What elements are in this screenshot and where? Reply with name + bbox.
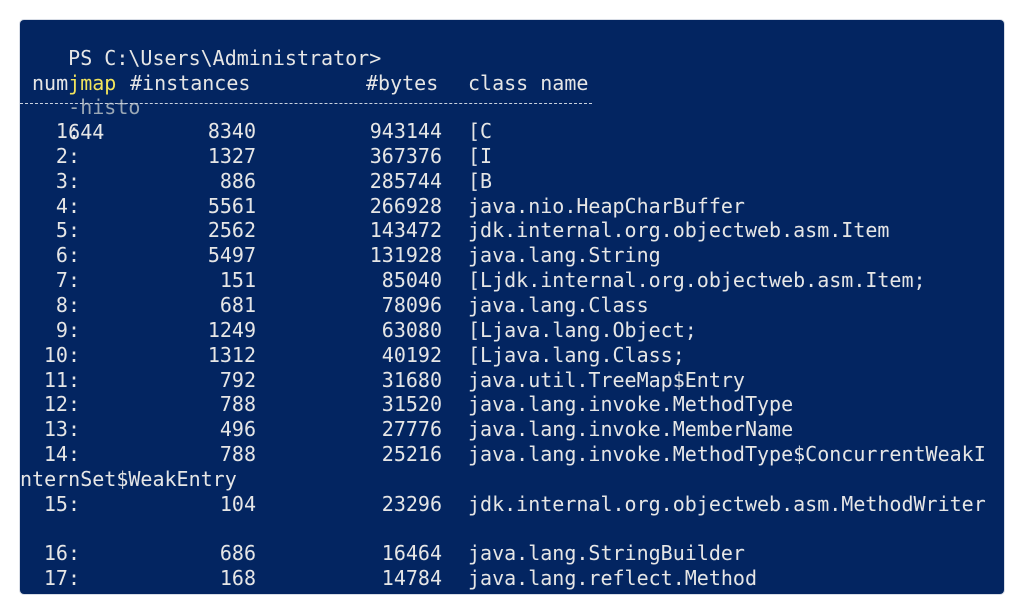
row-class-name: java.lang.invoke.MethodType$ConcurrentWe…: [468, 442, 986, 467]
row-instances: 788: [219, 392, 256, 417]
row-bytes: 16464: [381, 541, 442, 566]
row-num: 12:: [43, 392, 80, 417]
table-row: 16: 686 16464 java.lang.StringBuilder: [20, 541, 1004, 566]
row-num: 3:: [55, 168, 80, 193]
table-row: 17: 168 14784 java.lang.reflect.Method: [20, 566, 1004, 591]
row-class-name: jdk.internal.org.objectweb.asm.Item: [468, 218, 890, 243]
row-class-name: [Ljava.lang.Object;: [468, 317, 697, 342]
row-bytes: 63080: [381, 317, 442, 342]
row-bytes: 367376: [369, 143, 442, 168]
row-num: 8:: [55, 292, 80, 317]
row-bytes: 25216: [381, 442, 442, 467]
row-bytes: 31680: [381, 367, 442, 392]
prompt-line: PS C:\Users\Administrator> jmap -histo 6…: [20, 21, 1004, 144]
row-class-name: java.nio.HeapCharBuffer: [468, 193, 745, 218]
row-bytes: 266928: [369, 193, 442, 218]
row-class-name: java.util.TreeMap$Entry: [468, 367, 745, 392]
row-class-name: java.lang.reflect.Method: [468, 566, 757, 591]
row-instances: 151: [219, 268, 256, 293]
table-row: 11: 792 31680 java.util.TreeMap$Entry: [20, 368, 1004, 393]
table-row: 2: 1327 367376 [I: [20, 144, 1004, 169]
row-num: 17:: [43, 566, 80, 591]
row-num: 1:: [55, 119, 80, 143]
row-bytes: 23296: [381, 491, 442, 516]
table-row: 3: 886 285744 [B: [20, 169, 1004, 194]
row-instances: 1312: [207, 342, 256, 367]
row-num: 11:: [43, 367, 80, 392]
row-num: 10:: [43, 342, 80, 367]
table-row: 7: 151 85040 [Ljdk.internal.org.objectweb.a…: [20, 268, 1004, 293]
row-bytes: 143472: [369, 218, 442, 243]
row-num: 16:: [43, 541, 80, 566]
row-instances: 792: [219, 367, 256, 392]
table-row: 6: 5497 131928 java.lang.String: [20, 243, 1004, 268]
header-divider: [20, 103, 592, 104]
row-bytes: 85040: [381, 268, 442, 293]
row-instances: 1327: [207, 143, 256, 168]
row-num: 7:: [55, 268, 80, 293]
table-row: 4: 5561 266928 java.nio.HeapCharBuffer: [20, 194, 1004, 219]
table-row: 14: 788 25216 java.lang.invoke.MethodType$C…: [20, 442, 1004, 467]
row-instances: 788: [219, 442, 256, 467]
table-header: num #instances #bytes class name: [20, 71, 1004, 96]
row-bytes: 14784: [381, 566, 442, 591]
row-class-name: [B: [468, 168, 493, 193]
row-instances: 5561: [207, 193, 256, 218]
row-class-name: java.lang.StringBuilder: [468, 541, 745, 566]
row-class-name: jdk.internal.org.objectweb.asm.MethodWri…: [468, 491, 986, 516]
row-instances: 681: [219, 292, 256, 317]
header-num: num: [32, 71, 69, 95]
row-instances: 104: [219, 491, 256, 516]
row-class-name: java.lang.invoke.MethodType: [468, 392, 794, 417]
row-instances: 2562: [207, 218, 256, 243]
header-class-name: class name: [468, 71, 589, 95]
row-num: 2:: [55, 143, 80, 168]
row-class-name: java.lang.String: [468, 243, 661, 268]
row-num: 15:: [43, 491, 80, 516]
row-instances: 5497: [207, 243, 256, 268]
table-row: 13: 496 27776 java.lang.invoke.MemberName: [20, 417, 1004, 442]
row-instances: 168: [219, 566, 256, 591]
row-instances: 1249: [207, 317, 256, 342]
table-row: 12: 788 31520 java.lang.invoke.MethodType: [20, 392, 1004, 417]
row-bytes: 31520: [381, 392, 442, 417]
row-bytes: 285744: [369, 168, 442, 193]
row-bytes: 78096: [381, 292, 442, 317]
table-row: 15: 104 23296 jdk.internal.org.objectweb.as…: [20, 492, 1004, 517]
row-bytes: 40192: [381, 342, 442, 367]
row-num: 14:: [43, 442, 80, 467]
table-row: 9: 1249 63080 [Ljava.lang.Object;: [20, 318, 1004, 343]
row-class-name: [Ljdk.internal.org.objectweb.asm.Item;: [468, 268, 926, 293]
row-instances: 496: [219, 417, 256, 442]
row-class-name: [C: [468, 119, 493, 143]
powershell-terminal-window[interactable]: PS C:\Users\Administrator> jmap -histo 6…: [20, 20, 1004, 594]
row-bytes: 27776: [381, 417, 442, 442]
row-num: 4:: [55, 193, 80, 218]
row-class-name: [I: [468, 143, 493, 168]
row-num: 5:: [55, 218, 80, 243]
header-bytes: #bytes: [366, 71, 439, 95]
row-num: 13:: [43, 417, 80, 442]
row-num: 6:: [55, 243, 80, 268]
row-instances: 686: [219, 541, 256, 566]
wrapped-line: nternSet$WeakEntry: [20, 467, 1004, 492]
table-row: 5: 2562 143472 jdk.internal.org.objectweb.a…: [20, 218, 1004, 243]
wrapped-class-text: nternSet$WeakEntry: [20, 466, 237, 491]
row-bytes: 131928: [369, 243, 442, 268]
command-flag: -histo: [68, 95, 141, 120]
table-row: 10: 1312 40192 [Ljava.lang.Class;: [20, 343, 1004, 368]
row-bytes: 943144: [369, 119, 442, 143]
table-row: 8: 681 78096 java.lang.Class: [20, 293, 1004, 318]
row-class-name: java.lang.invoke.MemberName: [468, 417, 794, 442]
header-instances: #instances: [130, 71, 251, 95]
table-row: 1: 8340 943144 [C: [20, 119, 1004, 144]
prompt-path: PS C:\Users\Administrator>: [68, 45, 382, 70]
row-instances: 886: [219, 168, 256, 193]
row-num: 9:: [55, 317, 80, 342]
row-instances: 8340: [207, 119, 256, 143]
row-class-name: java.lang.Class: [468, 292, 649, 317]
row-class-name: [Ljava.lang.Class;: [468, 342, 685, 367]
